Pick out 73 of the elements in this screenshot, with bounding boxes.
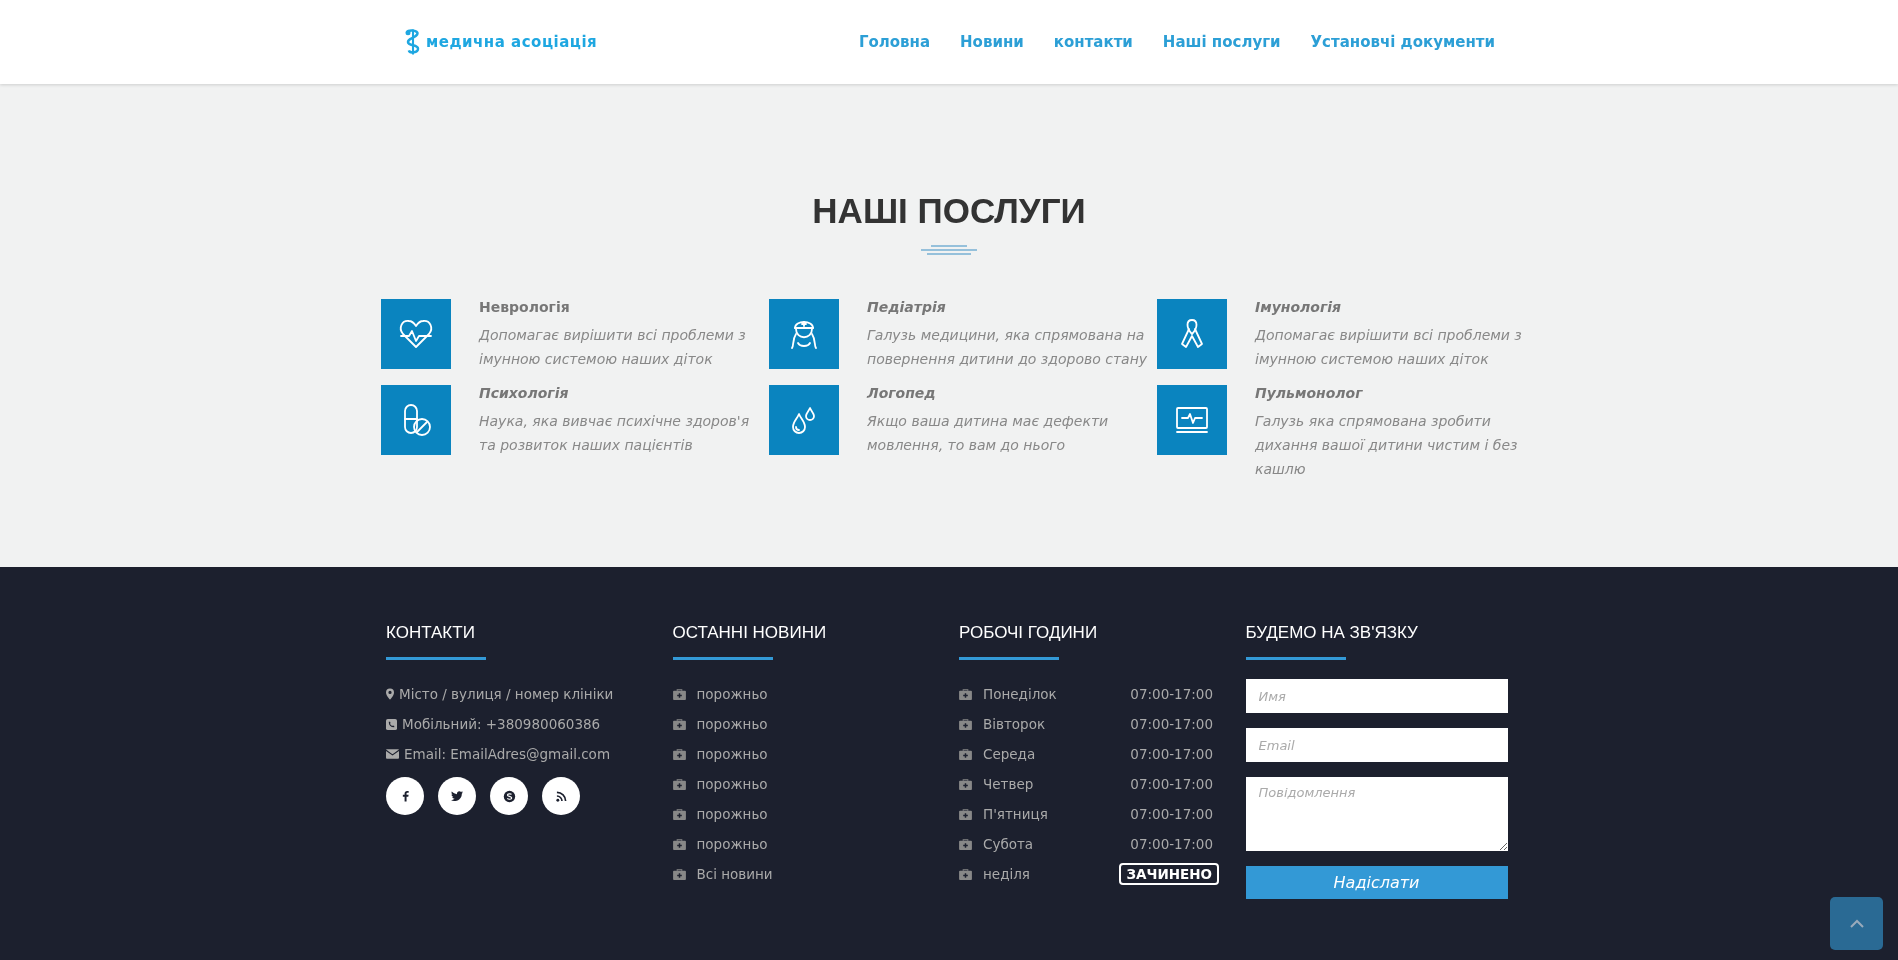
news-link[interactable]: порожньо (696, 716, 768, 732)
opening-hours: 07:00-17:00 (1130, 836, 1213, 852)
footer-heading: РОБОЧІ ГОДИНИ (959, 623, 1099, 643)
news-link[interactable]: порожньо (696, 806, 768, 822)
weekday: П'ятниця (983, 806, 1049, 822)
contact-text: Мобільний: +380980060386 (402, 716, 601, 732)
weekday: Вівторок (983, 716, 1047, 732)
footer-heading: ОСТАННІ НОВИНИ (672, 623, 828, 643)
opening-hours: 07:00-17:00 (1130, 776, 1213, 792)
weekday: Субота (983, 836, 1035, 852)
pill-icon (381, 385, 451, 455)
medical-kit-icon (959, 808, 972, 820)
news-link[interactable]: порожньо (696, 776, 768, 792)
weekday: Четвер (983, 776, 1035, 792)
title-divider (919, 245, 979, 255)
opening-hours: 07:00-17:00 (1130, 746, 1213, 762)
medical-kit-icon (672, 718, 686, 730)
bird-icon[interactable] (438, 777, 476, 815)
service-description: Допомагає вирішити всі проблеми з імунною системою наших діток (479, 326, 747, 369)
service-description: Наука, яка вивчає психічне здоров'я та розвиток наших пацієнтів (479, 412, 751, 455)
service-title: Логопед (867, 385, 937, 401)
news-link[interactable]: Всі новини (696, 866, 773, 882)
section-title: НАШІ ПОСЛУГИ (812, 191, 1086, 231)
news-link[interactable]: порожньо (696, 686, 768, 702)
medical-kit-icon (959, 688, 972, 700)
service-description: Якщо ваша дитина має дефекти мовлення, то вам до нього (867, 412, 1110, 455)
medical-kit-icon (959, 778, 972, 790)
medical-kit-icon (672, 808, 686, 820)
monitor-pulse-icon (1157, 385, 1227, 455)
location-pin-icon (386, 688, 394, 700)
medical-kit-icon (959, 748, 972, 760)
medical-kit-icon (959, 868, 972, 880)
service-title: Неврологія (479, 299, 571, 315)
medical-kit-icon (959, 718, 972, 730)
service-description: Допомагає вирішити всі проблеми з імунною системою наших діток (1255, 326, 1523, 369)
service-title: Педіатрія (867, 299, 947, 315)
medical-kit-icon (672, 778, 686, 790)
news-link[interactable]: порожньо (696, 746, 768, 762)
medical-kit-icon (672, 748, 686, 760)
chevron-up-icon (1848, 918, 1865, 929)
skype-icon[interactable] (490, 777, 528, 815)
contact-text: Місто / вулиця / номер клініки (399, 686, 614, 702)
drops-icon (769, 385, 839, 455)
medical-kit-icon (672, 838, 686, 850)
weekday: Понеділок (983, 686, 1058, 702)
medical-kit-icon (959, 838, 972, 850)
medical-kit-icon (672, 688, 686, 700)
weekday: неділя (983, 866, 1031, 882)
facebook-icon[interactable] (386, 777, 424, 815)
heart-pulse-icon (381, 299, 451, 369)
footer-heading: БУДЕМО НА ЗВ'ЯЗКУ (1245, 623, 1419, 643)
ribbon-icon (1157, 299, 1227, 369)
opening-hours: 07:00-17:00 (1130, 806, 1213, 822)
service-title: Імунологія (1255, 299, 1343, 315)
service-description: Галузь яка спрямована зробити дихання вашої дитини чистим і без кашлю (1255, 412, 1519, 479)
message-field[interactable]: Повідомлення (1245, 777, 1508, 851)
service-description: Галузь медицини, яка спрямована на повернення дитини до здорово стану (867, 326, 1149, 369)
medical-kit-icon (672, 868, 686, 880)
news-link[interactable]: порожньо (696, 836, 768, 852)
name-field[interactable]: Имя (1245, 679, 1508, 713)
weekday: Середа (983, 746, 1037, 762)
opening-hours: 07:00-17:00 (1130, 716, 1213, 732)
service-title: Пульмонолог (1255, 385, 1364, 401)
rss-icon[interactable] (542, 777, 580, 815)
closed-badge: ЗАЧИНЕНО (1119, 863, 1219, 885)
footer-heading: КОНТАКТИ (386, 623, 476, 643)
phone-icon (386, 718, 397, 730)
opening-hours: 07:00-17:00 (1130, 686, 1213, 702)
mail-icon (386, 749, 399, 759)
nurse-icon (769, 299, 839, 369)
email-field[interactable]: Email (1245, 728, 1508, 762)
contact-text: Email: EmailAdres@gmail.com (404, 746, 611, 762)
service-title: Психологія (479, 385, 570, 401)
